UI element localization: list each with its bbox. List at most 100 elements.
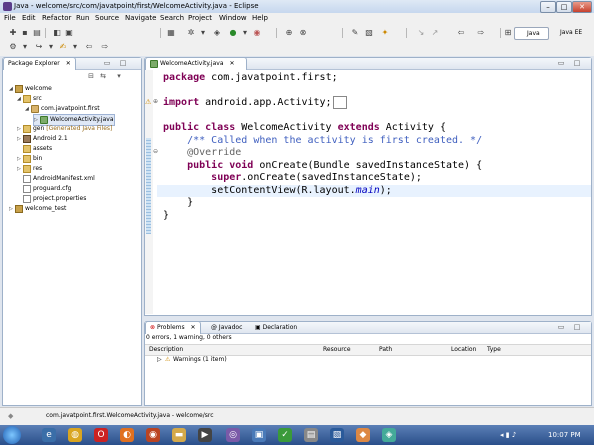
tab-problems[interactable]: ⊗ Problems ✕ (145, 321, 201, 334)
menu-run[interactable]: Run (76, 14, 89, 22)
search-icon[interactable]: ✦ (380, 28, 390, 37)
chrome-icon[interactable]: ◍ (68, 428, 82, 442)
javaee-perspective-button[interactable]: Java EE (550, 27, 582, 38)
media-icon[interactable]: ▶ (198, 428, 212, 442)
tree-item-res[interactable]: ▷ res (17, 164, 42, 174)
col-resource[interactable]: Resource (323, 345, 351, 355)
view-menu-icon[interactable]: ▾ (115, 72, 123, 80)
tree-item-properties[interactable]: project.properties (17, 194, 86, 204)
ie-icon[interactable]: e (42, 428, 56, 442)
open-task-icon[interactable]: ▧ (364, 28, 374, 37)
menu-search[interactable]: Search (160, 14, 184, 22)
debug-dropdown-icon[interactable]: ▾ (198, 28, 208, 37)
annotation-next-icon[interactable]: ↘ (416, 28, 426, 37)
close-icon[interactable]: ✕ (66, 60, 71, 67)
app4-icon[interactable]: ▤ (304, 428, 318, 442)
forward-icon[interactable]: ⇨ (476, 28, 486, 37)
maximize-view-icon[interactable]: □ (573, 59, 581, 67)
annotation-prev-icon[interactable]: ↗ (430, 28, 440, 37)
tree-item-welcome-test[interactable]: ▷ welcome_test (9, 204, 66, 214)
close-icon[interactable]: ✕ (229, 60, 234, 67)
tree-item-welcome[interactable]: ◢ welcome (9, 84, 52, 94)
link-with-editor-icon[interactable]: ⇆ (99, 72, 107, 80)
tab-declaration[interactable]: ▣ Declaration (251, 322, 301, 333)
close-icon[interactable]: ✕ (191, 324, 196, 331)
menu-navigate[interactable]: Navigate (125, 14, 156, 22)
tree-item-proguard[interactable]: proguard.cfg (17, 184, 71, 194)
eclipse-task-icon[interactable]: ◎ (226, 428, 240, 442)
app6-icon[interactable]: ◆ (356, 428, 370, 442)
new-icon[interactable]: ✚ (8, 28, 18, 37)
android-sdk-icon[interactable]: ◧ (52, 28, 62, 37)
opera-icon[interactable]: O (94, 428, 108, 442)
java-perspective-button[interactable]: Java (514, 27, 549, 40)
nav-forward-icon[interactable]: ⇨ (100, 42, 110, 51)
tray-icons[interactable]: ◂ ▮ ♪ (500, 431, 516, 439)
debug-target-icon[interactable]: ◈ (212, 28, 222, 37)
table-row[interactable]: ▷ ⚠ Warnings (1 item) (145, 355, 591, 365)
code-editor[interactable]: package com.javatpoint.first; import and… (163, 72, 482, 222)
external-tools-icon[interactable]: ◉ (252, 28, 262, 37)
col-type[interactable]: Type (487, 345, 501, 355)
next-edit-icon[interactable]: ↪ (34, 42, 44, 51)
fold-collapsed-icon[interactable]: ⊕ (153, 98, 158, 105)
firefox-icon[interactable]: ◐ (120, 428, 134, 442)
avd-manager-icon[interactable]: ▣ (64, 28, 74, 37)
minimize-view-icon[interactable]: ▭ (103, 59, 111, 67)
col-description[interactable]: Description (149, 345, 183, 355)
prev-edit-icon[interactable]: ▾ (46, 42, 56, 51)
menu-refactor[interactable]: Refactor (42, 14, 71, 22)
close-button[interactable]: ✕ (572, 1, 592, 13)
tree-item-manifest[interactable]: AndroidManifest.xml (17, 174, 95, 184)
app3-icon[interactable]: ✓ (278, 428, 292, 442)
tree-item-bin[interactable]: ▷ bin (17, 154, 42, 164)
last-edit-icon[interactable]: ✍ (58, 42, 68, 51)
tree-item-src[interactable]: ◢ src (17, 94, 42, 104)
tree-item-assets[interactable]: assets (17, 144, 52, 154)
explorer-icon[interactable]: ▬ (172, 428, 186, 442)
maximize-button[interactable]: □ (556, 1, 572, 13)
print-icon[interactable]: ▤ (32, 28, 42, 37)
menu-source[interactable]: Source (95, 14, 119, 22)
menu-edit[interactable]: Edit (22, 14, 36, 22)
tab-welcomeactivity[interactable]: WelcomeActivity.java ✕ (145, 57, 247, 70)
nav-dropdown-icon[interactable]: ▾ (70, 42, 80, 51)
app7-icon[interactable]: ◈ (382, 428, 396, 442)
minimize-button[interactable]: – (540, 1, 556, 13)
menu-project[interactable]: Project (188, 14, 212, 22)
col-path[interactable]: Path (379, 345, 392, 355)
minimize-view-icon[interactable]: ▭ (557, 323, 565, 331)
run-icon[interactable]: ● (228, 28, 238, 37)
maximize-view-icon[interactable]: □ (119, 59, 127, 67)
menu-help[interactable]: Help (252, 14, 268, 22)
new-class-icon[interactable]: ⊕ (284, 28, 294, 37)
skip-icon[interactable]: ▾ (20, 42, 30, 51)
back-icon[interactable]: ⇦ (456, 28, 466, 37)
tab-javadoc[interactable]: @ Javadoc (207, 322, 246, 333)
outline-icon[interactable]: ▦ (166, 28, 176, 37)
minimize-view-icon[interactable]: ▭ (557, 59, 565, 67)
tree-item-android[interactable]: ▷ Android 2.1 (17, 134, 68, 144)
folded-import-box[interactable] (332, 96, 347, 109)
nav-back-icon[interactable]: ⇦ (84, 42, 94, 51)
tab-package-explorer[interactable]: Package Explorer ✕ (3, 57, 76, 70)
collapse-all-icon[interactable]: ⊟ (87, 72, 95, 80)
app-icon[interactable]: ◉ (146, 428, 160, 442)
open-type-icon[interactable]: ✎ (350, 28, 360, 37)
menu-window[interactable]: Window (219, 14, 247, 22)
run-dropdown-icon[interactable]: ▾ (240, 28, 250, 37)
build-icon[interactable]: ⚙ (8, 42, 18, 51)
expand-icon[interactable]: ▷ (157, 355, 162, 365)
app5-icon[interactable]: ▧ (330, 428, 344, 442)
fold-expanded-icon[interactable]: ⊖ (153, 148, 158, 155)
app2-icon[interactable]: ▣ (252, 428, 266, 442)
col-location[interactable]: Location (451, 345, 476, 355)
tree-item-package[interactable]: ◢ com.javatpoint.first (25, 104, 100, 114)
clock[interactable]: 10:07 PM (548, 431, 581, 439)
save-icon[interactable]: ▪ (20, 28, 30, 37)
new-package-icon[interactable]: ⊗ (298, 28, 308, 37)
menu-file[interactable]: File (4, 14, 16, 22)
maximize-view-icon[interactable]: □ (573, 323, 581, 331)
debug-icon[interactable]: ✲ (186, 28, 196, 37)
start-button[interactable] (3, 426, 21, 444)
